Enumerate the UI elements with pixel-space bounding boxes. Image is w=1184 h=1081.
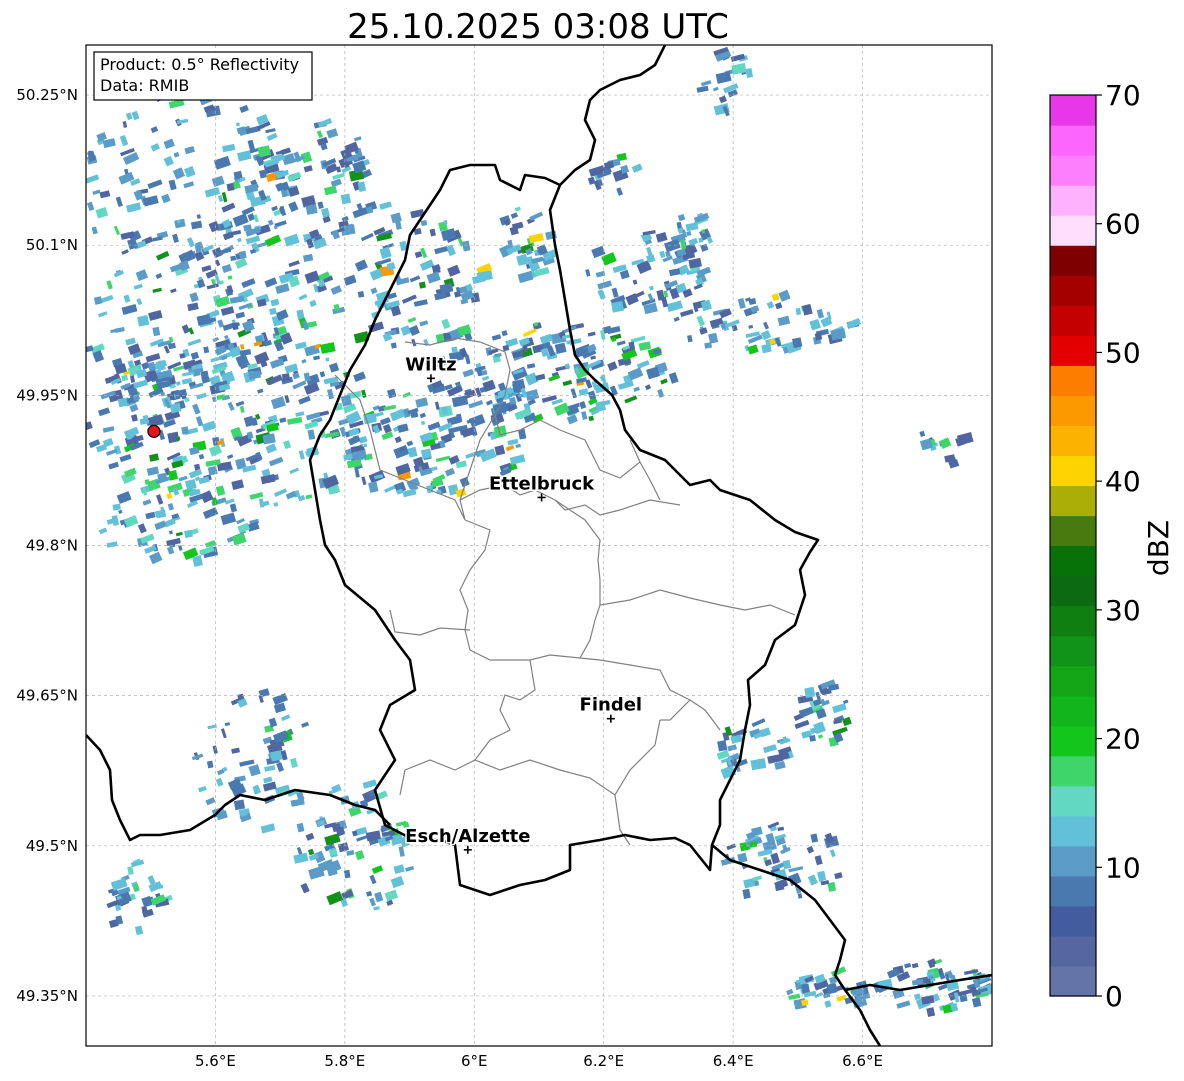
colorbar-tick-label: 50 <box>1105 336 1141 369</box>
radar-map-figure: 25.10.2025 03:08 UTC WiltzEttelbruckFind… <box>16 7 1175 1070</box>
colorbar-segment <box>1050 575 1096 607</box>
echo-cell <box>595 400 606 412</box>
echo-cell <box>366 413 377 424</box>
colorbar-segment <box>1050 965 1096 997</box>
colorbar-segment <box>1050 245 1096 276</box>
echo-cell <box>181 426 189 435</box>
colorbar-tick-label: 10 <box>1105 851 1141 884</box>
radar-site-dot <box>147 424 161 438</box>
echo-cell <box>257 336 263 343</box>
city-label: Wiltz <box>405 354 456 375</box>
city-label: Ettelbruck <box>489 473 595 494</box>
echo-cell <box>86 190 87 200</box>
echo-cell <box>196 214 201 219</box>
echo-cell <box>801 983 810 994</box>
colorbar-segment <box>1050 695 1096 727</box>
echo-cell <box>160 392 166 397</box>
echo-cell <box>754 880 760 887</box>
echo-cell <box>809 734 816 742</box>
colorbar-label: dBZ <box>1142 520 1175 576</box>
map-area: Wiltz Ettelbruck Findel Esch/Alzette Produc… <box>72 44 993 1047</box>
echo-cell <box>233 799 246 811</box>
colorbar-segment <box>1050 515 1096 547</box>
colorbar-segment <box>1050 605 1096 637</box>
echo-cell <box>230 255 237 262</box>
echo-cell <box>77 174 83 180</box>
colorbar-segment <box>1050 725 1096 757</box>
city-label: Findel <box>580 695 643 716</box>
colorbar-segment <box>1050 935 1096 967</box>
info-box: Product: 0.5° Reflectivity Data: RMIB <box>93 51 313 101</box>
colorbar-segment <box>1050 305 1096 336</box>
echo-cell <box>137 315 150 327</box>
colorbar-segment <box>1050 125 1096 156</box>
colorbar-segment <box>1050 635 1096 667</box>
y-tick-label: 49.65°N <box>16 687 78 705</box>
y-tick-label: 49.8°N <box>26 537 78 555</box>
x-axis-ticks: 5.6°E 5.8°E 6°E 6.2°E 6.4°E 6.6°E <box>195 1052 883 1070</box>
colorbar-tick-label: 70 <box>1105 79 1141 112</box>
colorbar-segment <box>1050 365 1096 396</box>
colorbar-tick-label: 60 <box>1105 208 1141 241</box>
echo-cell <box>340 193 352 205</box>
colorbar-tick-label: 40 <box>1105 465 1141 498</box>
colorbar-segment <box>1050 215 1096 246</box>
colorbar-segment <box>1050 815 1096 847</box>
echo-cell <box>418 281 426 289</box>
colorbar-tick-label: 20 <box>1105 723 1141 756</box>
colorbar-segment <box>1050 275 1096 306</box>
echo-cell <box>804 686 816 699</box>
figure-title: 25.10.2025 03:08 UTC <box>347 7 729 47</box>
echo-cell <box>792 337 803 349</box>
echo-cell <box>357 291 365 298</box>
colorbar-segment <box>1050 335 1096 366</box>
colorbar-segment <box>1050 395 1096 426</box>
colorbar-segment <box>1050 455 1096 487</box>
x-tick-label: 6°E <box>461 1052 488 1070</box>
info-data-source: Data: RMIB <box>100 76 189 95</box>
echo-cell <box>420 219 428 227</box>
y-axis-ticks: 50.25°N 50.1°N 49.95°N 49.8°N 49.65°N 49.5°N 4… <box>16 86 78 1005</box>
colorbar-segment <box>1050 875 1096 907</box>
colorbar-segment <box>1050 485 1096 517</box>
info-product: Product: 0.5° Reflectivity <box>100 55 299 74</box>
echo-cell <box>226 183 235 192</box>
colorbar-segment <box>1050 545 1096 577</box>
x-tick-label: 5.6°E <box>195 1052 236 1070</box>
y-tick-label: 50.1°N <box>26 236 78 254</box>
x-tick-label: 5.8°E <box>324 1052 365 1070</box>
echo-cell <box>238 250 247 259</box>
colorbar-segment <box>1050 905 1096 937</box>
y-tick-label: 49.35°N <box>16 987 78 1005</box>
echo-cell <box>121 374 129 382</box>
radar-site-marker <box>147 424 161 438</box>
colorbar-segments <box>1050 95 1096 997</box>
x-tick-label: 6.4°E <box>713 1052 754 1070</box>
y-tick-label: 50.25°N <box>16 86 78 104</box>
echo-cell <box>93 296 103 305</box>
colorbar-segment <box>1050 95 1096 126</box>
colorbar-segment <box>1050 785 1096 817</box>
y-tick-label: 49.95°N <box>16 386 78 404</box>
colorbar-segment <box>1050 755 1096 787</box>
colorbar-segment <box>1050 155 1096 186</box>
colorbar-segment <box>1050 665 1096 697</box>
city-label: Esch/Alzette <box>405 826 530 847</box>
echo-cell <box>72 188 80 195</box>
echo-cell <box>451 346 458 354</box>
echo-cell <box>363 443 368 448</box>
y-tick-label: 49.5°N <box>26 837 78 855</box>
colorbar: 0 10 20 30 40 50 60 70 dBZ <box>1049 79 1175 1013</box>
colorbar-ticks: 0 10 20 30 40 50 60 70 <box>1096 79 1141 1013</box>
x-tick-label: 6.6°E <box>842 1052 883 1070</box>
colorbar-segment <box>1050 185 1096 216</box>
colorbar-segment <box>1050 845 1096 877</box>
colorbar-tick-label: 30 <box>1105 594 1141 627</box>
colorbar-tick-label: 0 <box>1105 980 1123 1013</box>
echo-cell <box>281 373 291 382</box>
x-tick-label: 6.2°E <box>583 1052 624 1070</box>
echo-cell <box>420 448 432 460</box>
colorbar-segment <box>1050 425 1096 456</box>
